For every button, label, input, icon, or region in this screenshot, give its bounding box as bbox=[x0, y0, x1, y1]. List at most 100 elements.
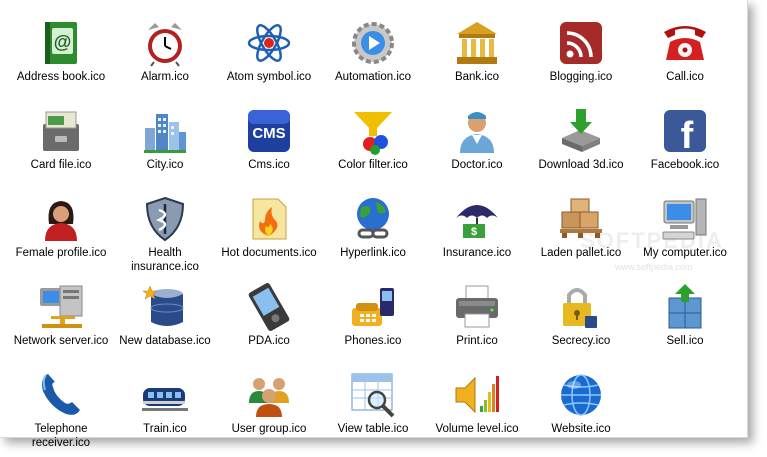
icon-file-label: Color filter.ico bbox=[338, 159, 408, 171]
icon-file-address-book[interactable]: @ Address book.ico bbox=[9, 14, 113, 102]
train-icon bbox=[140, 370, 190, 420]
icon-file-bank[interactable]: Bank.ico bbox=[425, 14, 529, 102]
icon-file-download-3d[interactable]: Download 3d.ico bbox=[529, 102, 633, 190]
icon-file-label: Train.ico bbox=[143, 423, 187, 435]
icon-gallery-window: SOFTPEDIA www.softpedia.com @ Address boo… bbox=[0, 0, 748, 449]
hyperlink-icon bbox=[348, 194, 398, 244]
sell-icon bbox=[660, 282, 710, 332]
icon-file-website[interactable]: Website.ico bbox=[529, 366, 633, 454]
icon-file-label: Sell.ico bbox=[666, 335, 704, 347]
icon-file-label: Automation.ico bbox=[334, 71, 412, 83]
icon-file-print[interactable]: Print.ico bbox=[425, 278, 529, 366]
color-filter-icon bbox=[348, 106, 398, 156]
icon-file-label: Doctor.ico bbox=[451, 159, 503, 171]
icon-grid: @ Address book.ico Alarm.ico Atom symbol.ic… bbox=[9, 14, 737, 454]
icon-file-card-file[interactable]: Card file.ico bbox=[9, 102, 113, 190]
automation-icon bbox=[348, 18, 398, 68]
icon-file-label: Secrecy.ico bbox=[551, 335, 611, 347]
icon-file-network-server[interactable]: Network server.ico bbox=[9, 278, 113, 366]
icon-file-label: Download 3d.ico bbox=[538, 159, 624, 171]
icon-file-label: Network server.ico bbox=[13, 335, 109, 347]
card-file-icon bbox=[36, 106, 86, 156]
icon-file-my-computer[interactable]: My computer.ico bbox=[633, 190, 737, 278]
cms-icon: CMS bbox=[244, 106, 294, 156]
icon-file-label: Insurance.ico bbox=[442, 247, 512, 259]
icon-file-label: My computer.ico bbox=[643, 247, 727, 259]
bank-icon bbox=[452, 18, 502, 68]
new-database-icon bbox=[140, 282, 190, 332]
icon-file-alarm[interactable]: Alarm.ico bbox=[113, 14, 217, 102]
icon-file-automation[interactable]: Automation.ico bbox=[321, 14, 425, 102]
icon-file-train[interactable]: Train.ico bbox=[113, 366, 217, 454]
icon-file-pda[interactable]: PDA.ico bbox=[217, 278, 321, 366]
facebook-icon: f bbox=[660, 106, 710, 156]
icon-file-label: Bank.ico bbox=[454, 71, 500, 83]
icon-file-label: Facebook.ico bbox=[650, 159, 720, 171]
secrecy-icon bbox=[556, 282, 606, 332]
doctor-icon bbox=[452, 106, 502, 156]
icon-file-atom[interactable]: Atom symbol.ico bbox=[217, 14, 321, 102]
icon-file-label: Female profile.ico bbox=[15, 247, 107, 259]
address-book-icon: @ bbox=[36, 18, 86, 68]
icon-file-sell[interactable]: Sell.ico bbox=[633, 278, 737, 366]
icon-file-female-profile[interactable]: Female profile.ico bbox=[9, 190, 113, 278]
icon-file-user-group[interactable]: User group.ico bbox=[217, 366, 321, 454]
icon-file-volume-level[interactable]: Volume level.ico bbox=[425, 366, 529, 454]
svg-text:$: $ bbox=[471, 226, 477, 238]
icon-file-label: Call.ico bbox=[666, 71, 704, 83]
icon-file-secrecy[interactable]: Secrecy.ico bbox=[529, 278, 633, 366]
blogging-icon bbox=[556, 18, 606, 68]
phones-icon bbox=[348, 282, 398, 332]
icon-file-cms[interactable]: CMS Cms.ico bbox=[217, 102, 321, 190]
my-computer-icon bbox=[660, 194, 710, 244]
call-icon bbox=[660, 18, 710, 68]
svg-text:CMS: CMS bbox=[252, 125, 285, 142]
icon-file-call[interactable]: Call.ico bbox=[633, 14, 737, 102]
network-server-icon bbox=[36, 282, 86, 332]
telephone-receiver-icon bbox=[36, 370, 86, 420]
icon-file-label: Card file.ico bbox=[30, 159, 92, 171]
svg-text:@: @ bbox=[54, 32, 72, 52]
icon-file-label: Health insurance.ico bbox=[131, 247, 199, 273]
view-table-icon bbox=[348, 370, 398, 420]
icon-file-health-insurance[interactable]: Health insurance.ico bbox=[113, 190, 217, 278]
icon-file-color-filter[interactable]: Color filter.ico bbox=[321, 102, 425, 190]
icon-file-label: User group.ico bbox=[231, 423, 307, 435]
icon-file-hot-documents[interactable]: Hot documents.ico bbox=[217, 190, 321, 278]
icon-file-label: Telephone receiver.ico bbox=[31, 423, 91, 449]
icon-file-label: View table.ico bbox=[337, 423, 409, 435]
insurance-icon: $ bbox=[452, 194, 502, 244]
icon-file-label: Website.ico bbox=[551, 423, 611, 435]
icon-file-telephone-receiver[interactable]: Telephone receiver.ico bbox=[9, 366, 113, 454]
icon-file-phones[interactable]: Phones.ico bbox=[321, 278, 425, 366]
icon-file-new-database[interactable]: New database.ico bbox=[113, 278, 217, 366]
download-3d-icon bbox=[556, 106, 606, 156]
icon-file-blogging[interactable]: Blogging.ico bbox=[529, 14, 633, 102]
icon-file-label: Phones.ico bbox=[344, 335, 402, 347]
icon-file-label: Atom symbol.ico bbox=[226, 71, 312, 83]
icon-file-label: PDA.ico bbox=[248, 335, 290, 347]
icon-file-view-table[interactable]: View table.ico bbox=[321, 366, 425, 454]
volume-level-icon bbox=[452, 370, 502, 420]
hot-documents-icon bbox=[244, 194, 294, 244]
icon-file-label: Address book.ico bbox=[16, 71, 106, 83]
icon-file-label: Hot documents.ico bbox=[221, 247, 317, 259]
icon-file-doctor[interactable]: Doctor.ico bbox=[425, 102, 529, 190]
health-insurance-icon bbox=[140, 194, 190, 244]
icon-file-city[interactable]: City.ico bbox=[113, 102, 217, 190]
icon-file-label: Cms.ico bbox=[248, 159, 290, 171]
icon-file-insurance[interactable]: $ Insurance.ico bbox=[425, 190, 529, 278]
icon-file-label: City.ico bbox=[146, 159, 184, 171]
female-profile-icon bbox=[36, 194, 86, 244]
icon-file-hyperlink[interactable]: Hyperlink.ico bbox=[321, 190, 425, 278]
pda-icon bbox=[244, 282, 294, 332]
icon-file-label: Alarm.ico bbox=[141, 71, 189, 83]
icon-file-laden-pallet[interactable]: Laden pallet.ico bbox=[529, 190, 633, 278]
print-icon bbox=[452, 282, 502, 332]
icon-file-label: Volume level.ico bbox=[435, 423, 519, 435]
icon-file-label: New database.ico bbox=[119, 335, 211, 347]
icon-file-label: Print.ico bbox=[456, 335, 498, 347]
icon-file-facebook[interactable]: f Facebook.ico bbox=[633, 102, 737, 190]
laden-pallet-icon bbox=[556, 194, 606, 244]
icon-file-label: Blogging.ico bbox=[549, 71, 613, 83]
